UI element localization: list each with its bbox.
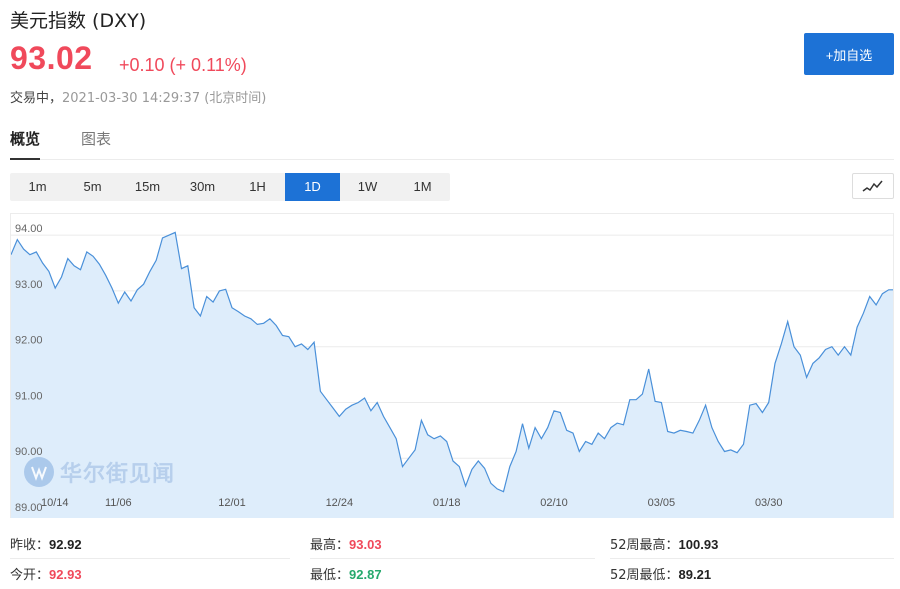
x-tick-label: 11/06 bbox=[105, 497, 132, 509]
y-tick-label: 91.00 bbox=[15, 390, 43, 402]
tab-overview[interactable]: 概览 bbox=[10, 127, 41, 160]
watermark-logo-icon bbox=[24, 457, 54, 487]
x-tick-label: 10/14 bbox=[41, 497, 69, 509]
stat-52w-high: 52周最高：100.93 bbox=[610, 537, 719, 553]
stats-table: 昨收：92.92 最高：93.03 52周最高：100.93 今开：92.93 … bbox=[10, 530, 894, 589]
x-tick-label: 01/18 bbox=[433, 497, 461, 509]
stats-row-1: 昨收：92.92 最高：93.03 52周最高：100.93 bbox=[10, 530, 894, 560]
period-1w[interactable]: 1W bbox=[340, 173, 395, 201]
tab-chart[interactable]: 图表 bbox=[81, 127, 111, 160]
timestamp: 2021-03-30 14:29:37 (北京时间) bbox=[62, 91, 267, 106]
stat-low: 最低：92.87 bbox=[310, 567, 382, 583]
period-1mo[interactable]: 1M bbox=[395, 173, 450, 201]
watermark-text: 华尔街见闻 bbox=[60, 461, 176, 487]
period-5m[interactable]: 5m bbox=[65, 173, 120, 201]
tab-bar: 概览 图表 bbox=[10, 127, 894, 160]
stat-open: 今开：92.93 bbox=[10, 567, 82, 583]
y-tick-label: 93.00 bbox=[15, 279, 43, 291]
price-change: +0.10 (+ 0.11%) bbox=[119, 55, 247, 75]
trading-status: 交易中，2021-03-30 14:29:37 (北京时间) bbox=[10, 87, 266, 106]
x-tick-label: 12/24 bbox=[326, 497, 354, 509]
period-1d[interactable]: 1D bbox=[285, 173, 340, 201]
line-chart-icon bbox=[862, 180, 883, 192]
divider bbox=[10, 558, 290, 559]
period-1m[interactable]: 1m bbox=[10, 173, 65, 201]
instrument-title: 美元指数 (DXY) bbox=[10, 10, 147, 32]
x-tick-label: 12/01 bbox=[218, 497, 246, 509]
stats-row-2: 今开：92.93 最低：92.87 52周最低：89.21 bbox=[10, 560, 894, 589]
trading-state: 交易中， bbox=[10, 91, 63, 106]
watermark: 华尔街见闻 bbox=[24, 456, 175, 488]
x-tick-label: 02/10 bbox=[540, 497, 568, 509]
current-price: 93.02 bbox=[10, 40, 93, 76]
period-1h[interactable]: 1H bbox=[230, 173, 285, 201]
add-to-watchlist-button[interactable]: +加自选 bbox=[804, 33, 894, 75]
divider bbox=[310, 558, 595, 559]
chart-type-button[interactable] bbox=[852, 173, 894, 199]
stat-high: 最高：93.03 bbox=[310, 537, 382, 553]
stat-prev-close: 昨收：92.92 bbox=[10, 537, 82, 553]
period-selector: 1m 5m 15m 30m 1H 1D 1W 1M bbox=[10, 173, 450, 201]
y-tick-label: 94.00 bbox=[15, 223, 43, 235]
stat-52w-low: 52周最低：89.21 bbox=[610, 567, 712, 583]
x-tick-label: 03/30 bbox=[755, 497, 783, 509]
y-tick-label: 89.00 bbox=[15, 502, 43, 514]
divider bbox=[610, 558, 894, 559]
period-15m[interactable]: 15m bbox=[120, 173, 175, 201]
x-tick-label: 03/05 bbox=[648, 497, 676, 509]
period-30m[interactable]: 30m bbox=[175, 173, 230, 201]
y-tick-label: 92.00 bbox=[15, 335, 43, 347]
